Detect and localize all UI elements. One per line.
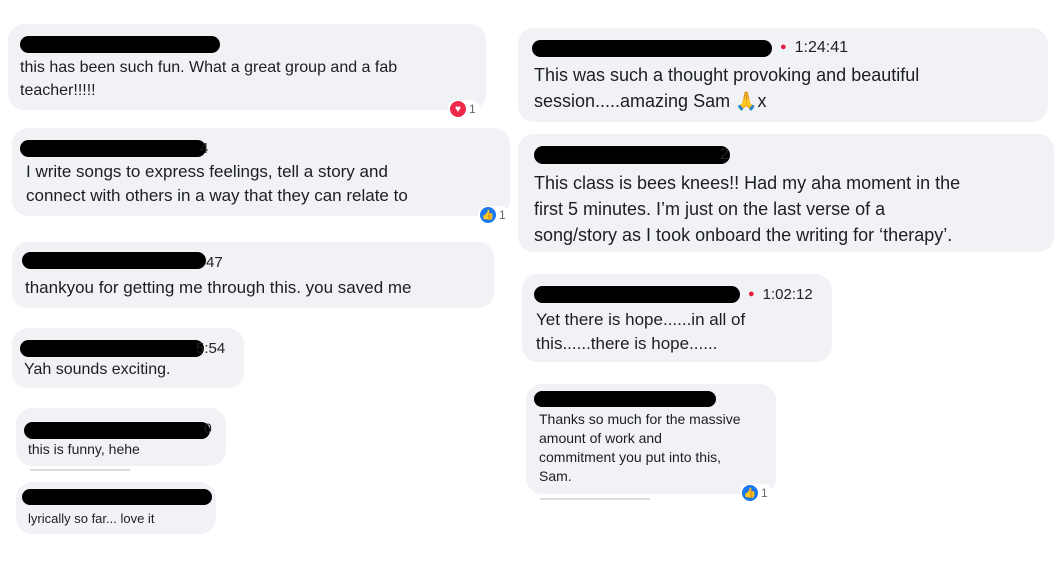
comment-text: this has been such fun. What a great gro…	[20, 59, 398, 99]
comment-timestamp-fragment: 4	[200, 140, 209, 157]
separator-dot: ●	[748, 288, 755, 300]
comment-bubble: 2 This class is bees knees!! Had my aha …	[518, 134, 1054, 252]
comment-bubble: 47 thankyou for getting me through this.…	[12, 242, 494, 308]
comment-timestamp-fragment: 2	[720, 146, 729, 163]
comment-text: This class is bees knees!! Had my aha mo…	[534, 173, 961, 245]
timestamp-label: 1:02:12	[762, 286, 813, 303]
reaction-badge[interactable]: 👍 1	[478, 206, 510, 224]
comment-bubble: this has been such fun. What a great gro…	[8, 24, 486, 118]
cropped-edge	[540, 498, 650, 500]
comment-text: thankyou for getting me through this. yo…	[25, 278, 412, 297]
comment-bubble: 0 this is funny, hehe	[16, 408, 226, 466]
comment-text: I write songs to express feelings, tell …	[26, 162, 408, 205]
thumbs-up-icon: 👍	[480, 207, 496, 223]
reaction-count: 1	[469, 102, 476, 116]
redacted-author-name	[22, 252, 206, 269]
comment-timestamp: ● 1:24:41	[780, 39, 848, 57]
redacted-author-name	[24, 422, 210, 439]
comment-bubble: lyrically so far... love it	[16, 482, 216, 534]
redacted-author-name	[20, 140, 206, 157]
redacted-author-name	[534, 391, 716, 407]
redacted-author-name	[534, 146, 730, 164]
comment-text: This was such a thought provoking and be…	[534, 65, 920, 111]
comment-bubble: 4 I write songs to express feelings, tel…	[12, 128, 510, 224]
separator-dot: ●	[780, 41, 787, 53]
comment-bubble: 5:54 Yah sounds exciting.	[12, 328, 244, 388]
reaction-badge[interactable]: 👍 1	[740, 484, 772, 502]
thumbs-up-icon: 👍	[742, 485, 758, 501]
redacted-author-name	[534, 286, 740, 303]
reaction-count: 1	[499, 208, 506, 222]
reaction-badge[interactable]: ♥ 1	[448, 100, 480, 118]
comment-timestamp: ● 1:02:12	[748, 286, 813, 303]
comment-bubble: Thanks so much for the massive amount of…	[526, 384, 776, 502]
comment-timestamp-fragment: 47	[206, 254, 223, 271]
redacted-author-name	[20, 36, 220, 53]
comment-text: Thanks so much for the massive amount of…	[539, 411, 741, 484]
cropped-edge	[30, 469, 130, 471]
heart-icon: ♥	[450, 101, 466, 117]
comment-bubble: ● 1:24:41 This was such a thought provoki…	[518, 28, 1048, 122]
reaction-count: 1	[761, 486, 768, 500]
comment-text: Yah sounds exciting.	[24, 361, 171, 378]
comment-text: Yet there is hope......in all of this...…	[536, 310, 746, 353]
redacted-author-name	[20, 340, 204, 357]
redacted-author-name	[22, 489, 212, 505]
comment-bubble: ● 1:02:12 Yet there is hope......in all o…	[522, 274, 832, 362]
comment-text: this is funny, hehe	[28, 441, 140, 457]
timestamp-label: 1:24:41	[794, 39, 849, 56]
comment-text: lyrically so far... love it	[28, 511, 155, 526]
comment-timestamp-fragment: 0	[204, 420, 212, 436]
comment-timestamp-fragment: 5:54	[196, 340, 226, 357]
redacted-author-name	[532, 40, 772, 57]
